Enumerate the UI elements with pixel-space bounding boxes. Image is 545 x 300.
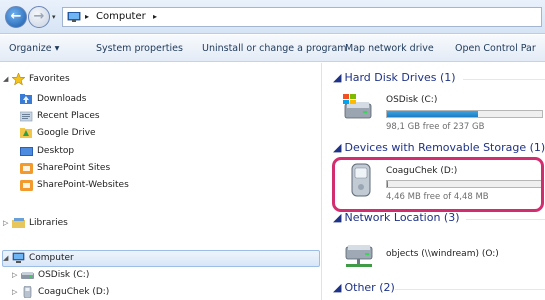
drive-c-free-space: 98,1 GB free of 237 GB	[386, 122, 485, 132]
desktop-icon	[20, 147, 33, 156]
group-other[interactable]: ◢ Other (2)	[333, 281, 395, 294]
libraries-icon	[12, 218, 25, 228]
collapse-arrow-icon[interactable]: ▷	[3, 215, 8, 231]
nav-sharepoint-sites[interactable]: SharePoint Sites	[20, 160, 220, 176]
nav-desktop-label: Desktop	[37, 146, 75, 156]
recent-pages-dropdown-icon[interactable]: ▾	[52, 13, 56, 21]
sharepoint-icon	[20, 180, 33, 191]
drive-c-usage-bar	[386, 110, 543, 118]
nav-computer[interactable]: ◢ Computer	[3, 250, 203, 266]
group-expand-icon: ◢	[333, 71, 342, 84]
nav-osdisk[interactable]: ▷ OSDisk (C:)	[12, 267, 212, 283]
network-drive-o-name: objects (\\windream) (O:)	[386, 249, 499, 259]
nav-google-drive-label: Google Drive	[37, 128, 96, 138]
organize-button[interactable]: Organize ▾	[9, 43, 59, 54]
group-divider	[466, 219, 545, 220]
group-expand-icon: ◢	[333, 141, 342, 154]
nav-recent-places-label: Recent Places	[37, 111, 100, 121]
expand-arrow-icon[interactable]: ◢	[3, 71, 8, 87]
breadcrumb-separator-icon[interactable]: ▸	[85, 12, 89, 21]
group-divider	[395, 289, 545, 290]
back-button[interactable]: ←	[5, 6, 27, 28]
nav-favorites[interactable]: ◢ Favorites	[3, 71, 203, 87]
group-other-label: Other (2)	[344, 281, 395, 294]
expand-arrow-icon[interactable]: ◢	[3, 250, 8, 266]
address-input[interactable]: ▸ Computer ▸	[62, 7, 542, 27]
google-drive-icon	[20, 128, 32, 138]
back-arrow-icon: ←	[10, 9, 22, 24]
hard-drive-icon	[21, 272, 34, 279]
network-drive-icon	[345, 245, 373, 267]
breadcrumb-separator-icon[interactable]: ▸	[153, 12, 157, 21]
group-expand-icon: ◢	[333, 211, 342, 224]
drive-c-name: OSDisk (C:)	[386, 95, 438, 105]
downloads-folder-icon	[20, 94, 32, 104]
group-expand-icon: ◢	[333, 281, 342, 294]
group-divider	[463, 79, 545, 80]
star-icon	[12, 73, 25, 85]
nav-coaguchek-label: CoaguChek (D:)	[38, 287, 110, 297]
navigation-pane: ◢ Favorites Downloads Recent Places Goog…	[0, 63, 322, 300]
nav-recent-places[interactable]: Recent Places	[20, 108, 220, 124]
computer-icon	[67, 12, 81, 22]
nav-favorites-label: Favorites	[29, 74, 70, 84]
uninstall-program-button[interactable]: Uninstall or change a program	[202, 43, 347, 54]
nav-coaguchek[interactable]: ▷ CoaguChek (D:)	[12, 284, 212, 300]
nav-libraries[interactable]: ▷ Libraries	[3, 215, 203, 231]
address-bar-area: ← → ▾ ▸ Computer ▸	[0, 0, 545, 34]
hard-drive-with-windows-icon	[343, 94, 372, 119]
nav-desktop[interactable]: Desktop	[20, 143, 220, 159]
drive-c-usage-fill	[387, 111, 478, 117]
group-network-location-label: Network Location (3)	[344, 211, 460, 224]
collapse-arrow-icon[interactable]: ▷	[12, 267, 17, 283]
computer-icon	[12, 252, 25, 263]
nav-sharepoint-websites[interactable]: SharePoint-Websites	[20, 177, 220, 193]
group-removable-storage-label: Devices with Removable Storage (1)	[344, 141, 545, 154]
breadcrumb-computer[interactable]: Computer	[96, 11, 146, 22]
group-network-location[interactable]: ◢ Network Location (3)	[333, 211, 460, 224]
sharepoint-icon	[20, 163, 33, 174]
map-network-drive-button[interactable]: Map network drive	[345, 43, 434, 54]
collapse-arrow-icon[interactable]: ▷	[12, 284, 17, 300]
nav-sharepoint-sites-label: SharePoint Sites	[37, 163, 111, 173]
group-hard-disk-drives-label: Hard Disk Drives (1)	[344, 71, 456, 84]
command-bar: Organize ▾ System properties Uninstall o…	[0, 35, 545, 62]
nav-sharepoint-websites-label: SharePoint-Websites	[37, 180, 129, 190]
nav-downloads-label: Downloads	[37, 94, 87, 104]
system-properties-button[interactable]: System properties	[96, 43, 183, 54]
annotation-highlight-box	[332, 157, 544, 212]
forward-arrow-icon: →	[33, 9, 45, 24]
group-removable-storage[interactable]: ◢ Devices with Removable Storage (1)	[333, 141, 545, 154]
removable-drive-icon	[23, 286, 32, 298]
forward-button[interactable]: →	[28, 6, 50, 28]
nav-libraries-label: Libraries	[29, 218, 68, 228]
nav-downloads[interactable]: Downloads	[20, 91, 220, 107]
nav-google-drive[interactable]: Google Drive	[20, 125, 220, 141]
recent-places-icon	[20, 111, 33, 122]
group-hard-disk-drives[interactable]: ◢ Hard Disk Drives (1)	[333, 71, 456, 84]
open-control-panel-button[interactable]: Open Control Par	[455, 43, 536, 54]
nav-computer-label: Computer	[29, 253, 74, 263]
nav-osdisk-label: OSDisk (C:)	[38, 270, 90, 280]
